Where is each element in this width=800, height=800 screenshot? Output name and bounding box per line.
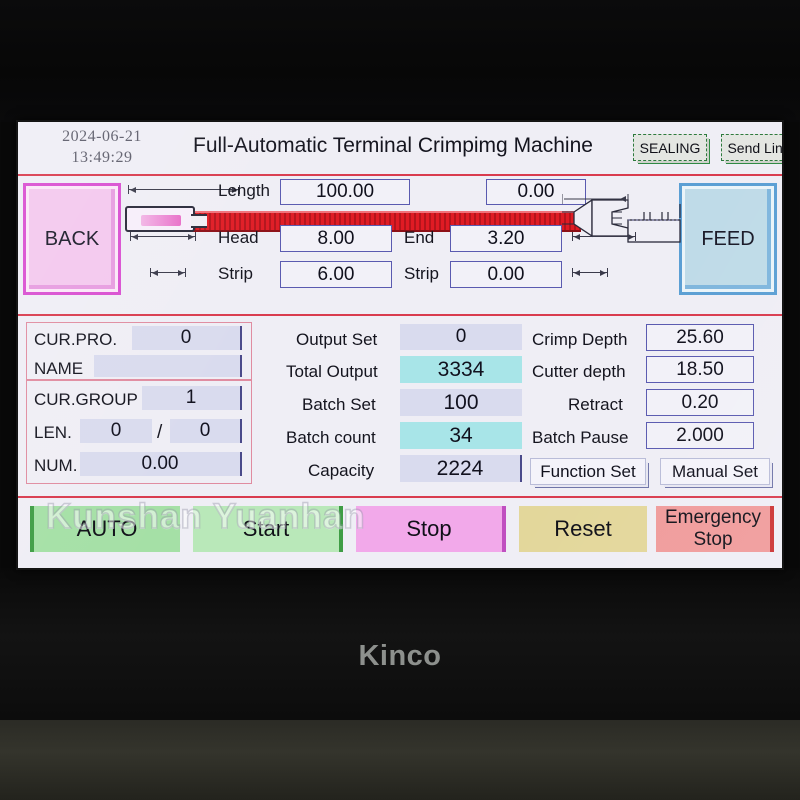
name-label: NAME: [34, 359, 84, 378]
back-button[interactable]: BACK: [23, 183, 121, 295]
output-set-label: Output Set: [296, 330, 378, 349]
cutter-depth-label: Cutter depth: [532, 362, 626, 381]
batch-set-value[interactable]: 100: [400, 389, 522, 416]
end-dimension-arrow: [572, 232, 636, 241]
len-value-b[interactable]: 0: [170, 419, 242, 443]
num-label: NUM.: [34, 456, 78, 475]
head-dimension-arrow: [130, 232, 196, 241]
retract-value[interactable]: 0.20: [646, 389, 754, 416]
function-set-button[interactable]: Function Set: [530, 458, 646, 485]
hmi-device: Kinco Kunshan Yuanhan 2024-06-21 13:49:2…: [0, 0, 800, 800]
batch-set-label: Batch Set: [302, 395, 376, 414]
cur-pro-label: CUR.PRO.: [34, 330, 118, 349]
strip-right-value[interactable]: 0.00: [450, 261, 562, 288]
crimp-depth-value[interactable]: 25.60: [646, 324, 754, 351]
desk-surface: [0, 720, 800, 800]
clock: 2024-06-21 13:49:29: [32, 126, 172, 168]
num-value[interactable]: 0.00: [80, 452, 242, 476]
total-output-value[interactable]: 3334: [400, 356, 522, 383]
strip-left-label: Strip: [218, 264, 253, 283]
reset-button[interactable]: Reset: [519, 506, 647, 552]
strip-left-value[interactable]: 6.00: [280, 261, 392, 288]
terminal-connector-icon: [125, 206, 195, 232]
len-label: LEN.: [34, 423, 72, 442]
cur-pro-value[interactable]: 0: [132, 326, 242, 350]
len-value-a[interactable]: 0: [80, 419, 152, 443]
clock-date: 2024-06-21: [62, 128, 142, 145]
batch-count-value[interactable]: 34: [400, 422, 522, 449]
feed-button[interactable]: FEED: [679, 183, 777, 295]
cur-group-value[interactable]: 1: [142, 386, 242, 410]
device-bezel-top: [0, 0, 800, 122]
auto-button[interactable]: AUTO: [30, 506, 180, 552]
strip-right-label: Strip: [404, 264, 439, 283]
wire-parameter-panel: BACK FEED Length 100.00 0.00 Head 8.00 E…: [18, 176, 782, 314]
capacity-value[interactable]: 2224: [400, 455, 522, 482]
start-button[interactable]: Start: [193, 506, 343, 552]
clock-time: 13:49:29: [71, 149, 133, 166]
head-value[interactable]: 8.00: [280, 225, 392, 252]
header-bar: 2024-06-21 13:49:29 Full-Automatic Termi…: [18, 122, 782, 174]
brand-logo: Kinco: [358, 640, 442, 672]
divider-diagram: [18, 314, 782, 316]
batch-count-label: Batch count: [286, 428, 376, 447]
cur-group-label: CUR.GROUP: [34, 390, 138, 409]
strip-right-dimension-arrow: [572, 268, 608, 277]
len-separator: /: [157, 422, 163, 443]
connector-core-icon: [141, 215, 181, 226]
send-line-button[interactable]: Send Line: [721, 134, 782, 161]
lcd-screen: Kunshan Yuanhan 2024-06-21 13:49:29 Full…: [18, 122, 782, 568]
capacity-label: Capacity: [308, 461, 375, 480]
stop-button[interactable]: Stop: [356, 506, 506, 552]
batch-pause-label: Batch Pause: [532, 428, 629, 447]
sealing-button[interactable]: SEALING: [633, 134, 707, 161]
head-label: Head: [218, 228, 259, 247]
strip-dimension-arrow: [150, 268, 186, 277]
manual-set-button[interactable]: Manual Set: [660, 458, 770, 485]
crimp-depth-label: Crimp Depth: [532, 330, 628, 349]
emergency-stop-button[interactable]: Emergency Stop: [656, 506, 774, 552]
status-panels: CUR.PRO. 0 NAME CUR.GROUP 1 LEN. 0 / 0 N…: [18, 318, 782, 494]
length-value[interactable]: 100.00: [280, 179, 410, 205]
output-set-value[interactable]: 0: [400, 324, 522, 350]
name-value[interactable]: [94, 355, 242, 377]
end-value[interactable]: 3.20: [450, 225, 562, 252]
control-button-bar: AUTO Start Stop Reset Emergency Stop: [18, 498, 782, 568]
retract-label: Retract: [568, 395, 623, 414]
page-title: Full-Automatic Terminal Crimpimg Machine: [193, 134, 593, 157]
end-label: End: [404, 228, 435, 247]
batch-pause-value[interactable]: 2.000: [646, 422, 754, 449]
connector-tab-icon: [191, 214, 207, 228]
total-output-label: Total Output: [286, 362, 378, 381]
cutter-depth-value[interactable]: 18.50: [646, 356, 754, 383]
length-label: Length: [218, 181, 270, 200]
